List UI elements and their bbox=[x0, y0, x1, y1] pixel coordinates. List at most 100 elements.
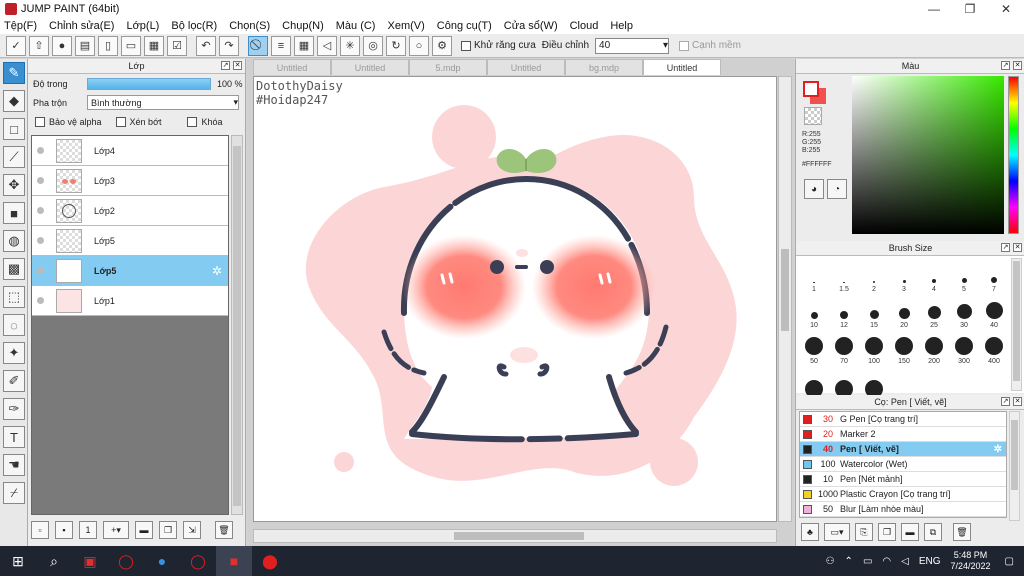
panel-close-icon[interactable]: ✕ bbox=[1013, 61, 1022, 70]
brush-size-option[interactable]: 150 bbox=[889, 331, 919, 367]
comment-icon[interactable]: ● bbox=[52, 35, 72, 56]
tab-document[interactable]: bg.mdp bbox=[565, 59, 643, 75]
layer-row[interactable]: Lớp4 bbox=[32, 136, 228, 166]
new-layer-icon[interactable]: ▫ bbox=[31, 521, 49, 539]
snap-radial-icon[interactable]: ✳ bbox=[340, 35, 360, 56]
drawing-canvas[interactable]: DotothyDaisy #Hoidap247 bbox=[253, 76, 777, 522]
lasso-tool-icon[interactable]: ◌ bbox=[3, 314, 25, 336]
hand-tool-icon[interactable]: ☚ bbox=[3, 454, 25, 476]
brush-size-option[interactable]: 50 bbox=[799, 331, 829, 367]
brush-list-scrollbar[interactable] bbox=[1009, 411, 1020, 521]
tab-document[interactable]: Untitled bbox=[331, 59, 409, 75]
volume-icon[interactable]: ◁ bbox=[901, 556, 909, 567]
app-tray-icon[interactable]: ▣ bbox=[72, 546, 108, 576]
snap-parallel-icon[interactable]: ≡ bbox=[271, 35, 291, 56]
visibility-icon[interactable] bbox=[37, 147, 44, 154]
brush-size-option[interactable]: 400 bbox=[979, 331, 1009, 367]
snap-off-icon[interactable]: ⃠ bbox=[248, 35, 268, 56]
brush-folder-icon[interactable]: ▬ bbox=[901, 523, 919, 541]
pen-tool-icon[interactable]: ✎ bbox=[3, 62, 25, 84]
visibility-icon[interactable] bbox=[37, 207, 44, 214]
people-icon[interactable]: ⚇ bbox=[826, 556, 835, 567]
visibility-icon[interactable] bbox=[37, 237, 44, 244]
soft-edge-checkbox[interactable] bbox=[679, 40, 690, 51]
minimize-button[interactable]: — bbox=[916, 0, 952, 18]
layer-row[interactable]: Lớp5 bbox=[32, 226, 228, 256]
windows-start-icon[interactable]: ⊞ bbox=[0, 546, 36, 576]
close-button[interactable]: ✕ bbox=[988, 0, 1024, 18]
panel-close-icon[interactable]: ✕ bbox=[233, 61, 242, 70]
protect-alpha-checkbox[interactable]: Bảo vệ alpha bbox=[35, 116, 102, 127]
document-icon[interactable]: ▯ bbox=[98, 35, 118, 56]
rectangle-tool-icon[interactable]: □ bbox=[3, 118, 25, 140]
new-1bit-layer-icon[interactable]: 1 bbox=[79, 521, 97, 539]
antialias-checkbox[interactable] bbox=[461, 40, 471, 51]
menu-filter[interactable]: Bộ lọc(R) bbox=[171, 20, 217, 32]
grid-settings-icon[interactable]: ▦ bbox=[144, 35, 164, 56]
panel-float-icon[interactable]: ↗ bbox=[1001, 243, 1010, 252]
brush-item[interactable]: 30 G Pen [Cọ trang trí] bbox=[800, 412, 1006, 427]
magic-wand-tool-icon[interactable]: ✦ bbox=[3, 342, 25, 364]
snap-perspective-icon[interactable]: ◁ bbox=[317, 35, 337, 56]
brush-menu-icon[interactable]: ▭▾ bbox=[824, 523, 850, 541]
cloud-check-icon[interactable]: ✓ bbox=[6, 35, 26, 56]
panel-close-icon[interactable]: ✕ bbox=[1013, 243, 1022, 252]
menu-layer[interactable]: Lớp(L) bbox=[126, 20, 159, 32]
brush-size-option[interactable]: 2 bbox=[859, 259, 889, 295]
snap-grid-icon[interactable]: ▦ bbox=[294, 35, 314, 56]
brush-size-option[interactable]: 7 bbox=[979, 259, 1009, 295]
record-icon[interactable]: ⬤ bbox=[252, 546, 288, 576]
adjust-select[interactable]: 40 ▾ bbox=[595, 37, 670, 54]
brush-size-option[interactable]: 25 bbox=[919, 295, 949, 331]
menu-capture[interactable]: Chụp(N) bbox=[282, 20, 324, 32]
bucket-tool-icon[interactable]: ◍ bbox=[3, 230, 25, 252]
tab-document[interactable]: Untitled bbox=[253, 59, 331, 75]
select-rect-tool-icon[interactable]: ⬚ bbox=[3, 286, 25, 308]
maximize-button[interactable]: ❐ bbox=[952, 0, 988, 18]
message-icon[interactable]: ▤ bbox=[75, 35, 95, 56]
move-tool-icon[interactable]: ✥ bbox=[3, 174, 25, 196]
opera-icon[interactable]: ◯ bbox=[108, 546, 144, 576]
panel-float-icon[interactable]: ↗ bbox=[221, 61, 230, 70]
visibility-icon[interactable] bbox=[37, 297, 44, 304]
undo-icon[interactable]: ↶ bbox=[196, 35, 216, 56]
snap-circle-icon[interactable]: ◎ bbox=[363, 35, 383, 56]
menu-select[interactable]: Chọn(S) bbox=[229, 20, 270, 32]
saturation-value-picker[interactable] bbox=[852, 76, 1004, 234]
palette-icon[interactable]: ◕ bbox=[804, 179, 824, 199]
select-pen-tool-icon[interactable]: ✐ bbox=[3, 370, 25, 392]
opacity-slider[interactable] bbox=[87, 77, 211, 90]
search-icon[interactable]: ⌕ bbox=[36, 546, 72, 576]
jump-paint-taskbar-icon[interactable]: ■ bbox=[216, 546, 252, 576]
visibility-icon[interactable] bbox=[37, 177, 44, 184]
panel-close-icon[interactable]: ✕ bbox=[1013, 397, 1022, 406]
duplicate-layer-icon[interactable]: ❐ bbox=[159, 521, 177, 539]
merge-layer-icon[interactable]: ⇲ bbox=[183, 521, 201, 539]
palette-settings-icon[interactable]: ◔ bbox=[827, 179, 847, 199]
redo-icon[interactable]: ↷ bbox=[219, 35, 239, 56]
line-tool-icon[interactable]: ⟋ bbox=[3, 146, 25, 168]
menu-help[interactable]: Help bbox=[610, 20, 633, 32]
tab-document[interactable]: 5.mdp bbox=[409, 59, 487, 75]
fill-rect-tool-icon[interactable]: ■ bbox=[3, 202, 25, 224]
delete-brush-icon[interactable]: 🗑 bbox=[953, 523, 971, 541]
layer-row-selected[interactable]: Lớp5 ✲ bbox=[32, 256, 228, 286]
brush-item[interactable]: 1000 Plastic Crayon [Cọ trang trí] bbox=[800, 487, 1006, 502]
network-icon[interactable]: ▭ bbox=[863, 556, 872, 567]
snap-curve-icon[interactable]: ↻ bbox=[386, 35, 406, 56]
brush-size-option[interactable]: 70 bbox=[829, 331, 859, 367]
layer-row[interactable]: Lớp1 bbox=[32, 286, 228, 316]
brush-item[interactable]: 50 Blur [Làm nhòe màu] bbox=[800, 502, 1006, 517]
menu-color[interactable]: Màu (C) bbox=[336, 20, 376, 32]
export-icon[interactable]: ⇧ bbox=[29, 35, 49, 56]
menu-edit[interactable]: Chỉnh sửa(E) bbox=[49, 20, 114, 32]
chevron-up-icon[interactable]: ⌃ bbox=[845, 556, 853, 567]
brush-item-selected[interactable]: 40 Pen [ Viết, vẽ] ✲ bbox=[800, 442, 1006, 457]
blend-mode-select[interactable]: Bình thường ▾ bbox=[87, 95, 239, 110]
brush-item[interactable]: 20 Marker 2 bbox=[800, 427, 1006, 442]
layer-row[interactable]: Lớp2 bbox=[32, 196, 228, 226]
brush-copy-icon[interactable]: ⎘ bbox=[855, 523, 873, 541]
canvas-vertical-scrollbar[interactable] bbox=[778, 76, 792, 522]
brush-item[interactable]: 10 Pen [Nét mảnh] bbox=[800, 472, 1006, 487]
gear-icon[interactable]: ✲ bbox=[212, 264, 222, 278]
